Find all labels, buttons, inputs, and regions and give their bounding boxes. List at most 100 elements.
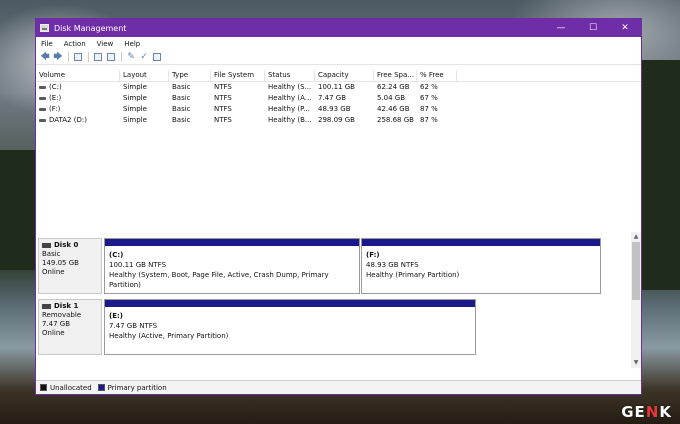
partition-size: 7.47 GB NTFS bbox=[109, 322, 158, 330]
menu-help[interactable]: Help bbox=[124, 40, 140, 48]
partition[interactable]: (E:) 7.47 GB NTFS Healthy (Active, Prima… bbox=[104, 299, 476, 355]
col-type[interactable]: Type bbox=[169, 70, 211, 81]
cell-status: Healthy (P... bbox=[268, 105, 310, 113]
partition-status: Healthy (System, Boot, Page File, Active… bbox=[109, 271, 329, 289]
partition-status: Healthy (Primary Partition) bbox=[366, 271, 460, 279]
partition-size: 100.11 GB NTFS bbox=[109, 261, 167, 269]
cell-layout: Simple bbox=[123, 116, 147, 124]
hard-disk-icon bbox=[42, 243, 51, 248]
toolbar: 🡄 🡆 ✎ ✓ bbox=[36, 50, 641, 65]
cell-type: Basic bbox=[172, 94, 191, 102]
removable-disk-icon bbox=[42, 304, 51, 309]
cell-type: Basic bbox=[172, 116, 191, 124]
close-button[interactable]: ✕ bbox=[609, 19, 641, 37]
properties-icon[interactable] bbox=[106, 52, 116, 62]
title-bar[interactable]: Disk Management — ☐ ✕ bbox=[36, 19, 641, 37]
disk-name: Disk 1 bbox=[54, 302, 79, 310]
disk-size: 7.47 GB bbox=[42, 320, 71, 328]
volume-icon bbox=[39, 107, 46, 111]
cell-layout: Simple bbox=[123, 83, 147, 91]
volume-icon bbox=[39, 85, 46, 89]
cell-fs: NTFS bbox=[214, 116, 232, 124]
cell-volume: (C:) bbox=[36, 82, 120, 93]
menu-action[interactable]: Action bbox=[64, 40, 86, 48]
disk-type: Basic bbox=[42, 250, 61, 258]
cell-pct: 87 % bbox=[420, 105, 438, 113]
partition-name: (F:) bbox=[366, 251, 380, 259]
check-icon[interactable]: ✓ bbox=[139, 52, 149, 62]
col-file-system[interactable]: File System bbox=[211, 70, 265, 81]
col-free-space[interactable]: Free Spa... bbox=[374, 70, 417, 81]
col-status[interactable]: Status bbox=[265, 70, 315, 81]
cell-status: Healthy (B... bbox=[268, 116, 312, 124]
cell-layout: Simple bbox=[123, 94, 147, 102]
legend-unallocated: Unallocated bbox=[50, 383, 92, 392]
disk-management-app-icon bbox=[40, 24, 49, 32]
scroll-down-icon[interactable]: ▼ bbox=[631, 358, 641, 368]
table-row[interactable]: (E:) Simple Basic NTFS Healthy (A... 7.47 GB 5… bbox=[36, 93, 641, 104]
disk-type: Removable bbox=[42, 311, 82, 319]
minimize-button[interactable]: — bbox=[545, 19, 577, 37]
cell-capacity: 298.09 GB bbox=[318, 116, 355, 124]
cell-pct: 67 % bbox=[420, 94, 438, 102]
cell-free: 258.68 GB bbox=[377, 116, 414, 124]
table-row[interactable]: (F:) Simple Basic NTFS Healthy (P... 48.93 GB… bbox=[36, 104, 641, 115]
help-icon[interactable] bbox=[93, 52, 103, 62]
col-layout[interactable]: Layout bbox=[120, 70, 169, 81]
cell-capacity: 7.47 GB bbox=[318, 94, 347, 102]
menu-bar: File Action View Help bbox=[36, 37, 641, 50]
cell-status: Healthy (A... bbox=[268, 94, 312, 102]
scroll-up-icon[interactable]: ▲ bbox=[631, 232, 641, 242]
volume-icon bbox=[39, 96, 46, 100]
partition-size: 48.93 GB NTFS bbox=[366, 261, 419, 269]
cell-layout: Simple bbox=[123, 105, 147, 113]
cell-capacity: 100.11 GB bbox=[318, 83, 355, 91]
partition[interactable]: (F:) 48.93 GB NTFS Healthy (Primary Part… bbox=[361, 238, 601, 294]
background-tree bbox=[0, 150, 40, 270]
forward-arrow-icon[interactable]: 🡆 bbox=[53, 52, 63, 62]
cell-free: 62.24 GB bbox=[377, 83, 410, 91]
rescan-disks-icon[interactable]: ✎ bbox=[126, 52, 136, 62]
table-row[interactable]: DATA2 (D:) Simple Basic NTFS Healthy (B... 29… bbox=[36, 115, 641, 126]
legend-bar: Unallocated Primary partition bbox=[36, 380, 641, 394]
primary-partition-swatch bbox=[97, 384, 105, 391]
menu-file[interactable]: File bbox=[41, 40, 53, 48]
vertical-scrollbar[interactable]: ▲ ▼ bbox=[631, 232, 641, 368]
disk-management-window: Disk Management — ☐ ✕ File Action View H… bbox=[35, 18, 642, 395]
cell-type: Basic bbox=[172, 83, 191, 91]
disk-state: Online bbox=[42, 329, 65, 337]
console-tree-icon[interactable] bbox=[73, 52, 83, 62]
cell-capacity: 48.93 GB bbox=[318, 105, 351, 113]
maximize-button[interactable]: ☐ bbox=[577, 19, 609, 37]
cell-volume: DATA2 (D:) bbox=[36, 115, 120, 126]
legend-primary-partition: Primary partition bbox=[107, 383, 167, 392]
disk-size: 149.05 GB bbox=[42, 259, 79, 267]
col-volume[interactable]: Volume bbox=[36, 70, 120, 81]
partition-status: Healthy (Active, Primary Partition) bbox=[109, 332, 229, 340]
back-arrow-icon[interactable]: 🡄 bbox=[40, 52, 50, 62]
cell-free: 5.04 GB bbox=[377, 94, 406, 102]
genk-watermark: GENK bbox=[621, 403, 672, 421]
menu-view[interactable]: View bbox=[97, 40, 114, 48]
scroll-thumb[interactable] bbox=[632, 242, 640, 300]
cell-free: 42.46 GB bbox=[377, 105, 410, 113]
cell-fs: NTFS bbox=[214, 94, 232, 102]
volume-list: Volume Layout Type File System Status Ca… bbox=[36, 70, 641, 247]
col-percent-free[interactable]: % Free bbox=[417, 70, 457, 81]
unallocated-swatch bbox=[40, 384, 47, 391]
export-icon[interactable] bbox=[152, 52, 162, 62]
cell-volume: (F:) bbox=[36, 104, 120, 115]
volume-list-header: Volume Layout Type File System Status Ca… bbox=[36, 70, 641, 82]
partition[interactable]: (C:) 100.11 GB NTFS Healthy (System, Boo… bbox=[104, 238, 360, 294]
partition-name: (C:) bbox=[109, 251, 124, 259]
disk-graphical-view: Disk 0 Basic 149.05 GB Online (C:) 100.1… bbox=[36, 232, 632, 368]
disk-label[interactable]: Disk 0 Basic 149.05 GB Online bbox=[38, 238, 102, 294]
partition-name: (E:) bbox=[109, 312, 123, 320]
cell-status: Healthy (S... bbox=[268, 83, 312, 91]
table-row[interactable]: (C:) Simple Basic NTFS Healthy (S... 100.11 G… bbox=[36, 82, 641, 93]
disk-state: Online bbox=[42, 268, 65, 276]
background-tree bbox=[640, 60, 680, 290]
col-capacity[interactable]: Capacity bbox=[315, 70, 374, 81]
cell-volume: (E:) bbox=[36, 93, 120, 104]
disk-label[interactable]: Disk 1 Removable 7.47 GB Online bbox=[38, 299, 102, 355]
